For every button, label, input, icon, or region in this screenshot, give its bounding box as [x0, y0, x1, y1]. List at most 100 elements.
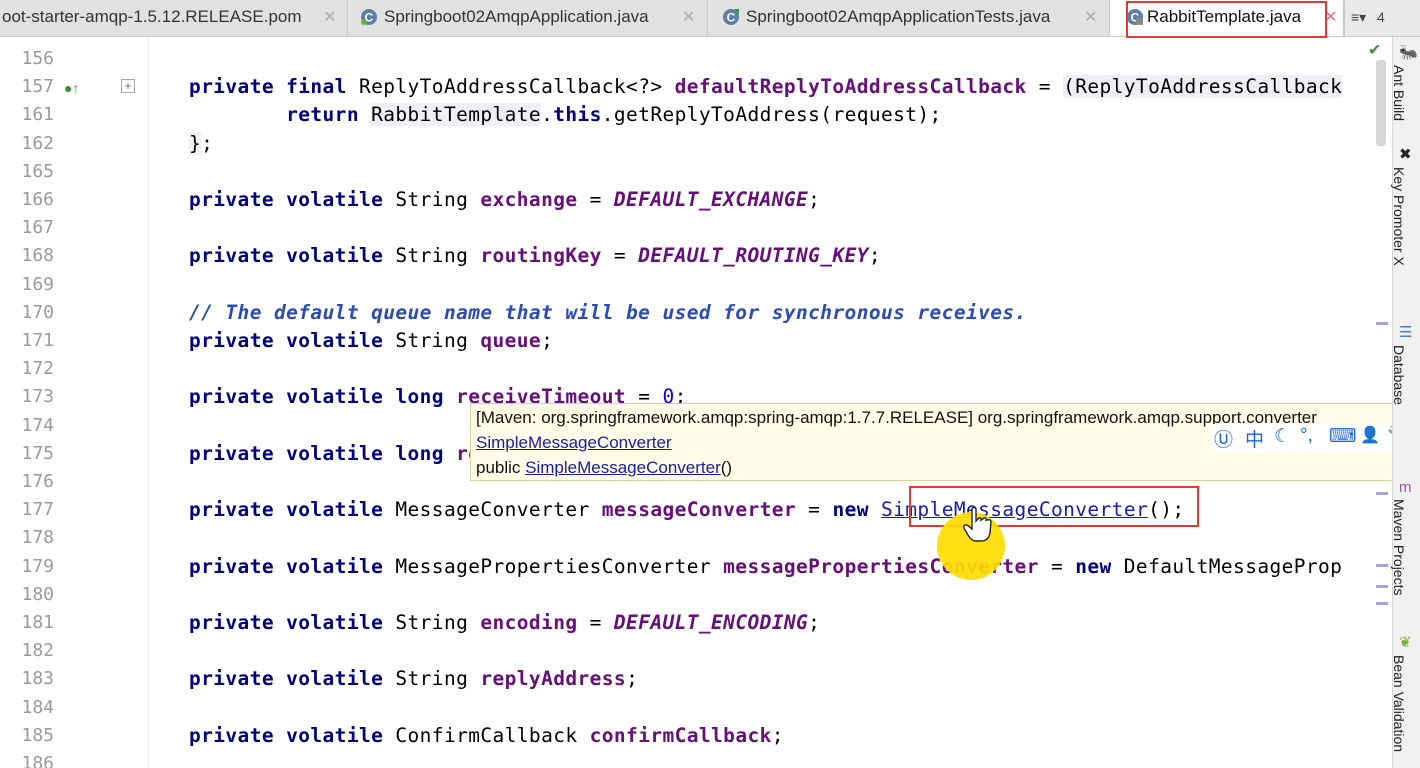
line-number[interactable]: 167 [0, 217, 54, 238]
code-line[interactable]: private volatile String replyAddress; [189, 667, 638, 690]
line-number[interactable]: 173 [0, 386, 54, 407]
line-number[interactable]: 169 [0, 274, 54, 295]
tab-pom[interactable]: oot-starter-amqp-1.5.12.RELEASE.pom ✕ [0, 0, 348, 36]
line-number[interactable]: 177 [0, 499, 54, 520]
line-number[interactable]: 157 [0, 76, 54, 97]
line-number[interactable]: 161 [0, 104, 54, 125]
code-token: ; [808, 611, 821, 634]
line-number[interactable]: 182 [0, 640, 54, 661]
code-token: = [796, 498, 833, 522]
bean-icon: ❦ [1399, 634, 1412, 651]
line-number[interactable]: 181 [0, 612, 54, 633]
tab-springboot-application[interactable]: C Springboot02AmqpApplication.java ✕ [348, 0, 708, 36]
active-tab-annotation-box [1126, 1, 1327, 38]
code-token: private volatile [189, 188, 396, 211]
stripe-mark[interactable] [1376, 564, 1388, 567]
half-width-icon[interactable]: ☾ [1274, 425, 1291, 448]
code-line[interactable]: private final ReplyToAddressCallback<?> … [189, 75, 1343, 99]
punctuation-icon[interactable]: °, [1300, 425, 1313, 447]
inspection-ok-icon[interactable]: ✔ [1368, 40, 1381, 60]
user-icon[interactable]: 👤 [1360, 425, 1380, 445]
key-promoter-icon: ✖ [1399, 146, 1412, 163]
line-number[interactable]: 175 [0, 443, 54, 464]
tab-list-button[interactable]: ≡▾ 4 [1344, 0, 1392, 36]
code-token: encoding [480, 611, 578, 634]
code-line[interactable]: private volatile String routingKey = DEF… [189, 244, 881, 267]
stripe-mark[interactable] [1376, 585, 1388, 588]
line-number[interactable]: 171 [0, 330, 54, 351]
code-line[interactable]: private volatile String encoding = DEFAU… [189, 611, 820, 634]
hand-pointer-icon [963, 507, 992, 542]
line-number[interactable]: 162 [0, 133, 54, 154]
tab-springboot-application-tests[interactable]: C Springboot02AmqpApplicationTests.java … [708, 0, 1110, 36]
maven-projects-panel[interactable]: Maven Projects [1391, 499, 1407, 595]
ime-toolbar: Ⓤ 中 ☾ °, ⌨ 👤 🔧 [1212, 424, 1416, 452]
tab-label: Springboot02AmqpApplication.java [384, 7, 649, 26]
line-number[interactable]: 186 [0, 753, 54, 768]
line-number[interactable]: 183 [0, 668, 54, 689]
tooltip-header: [Maven: org.springframework.amqp:spring-… [476, 408, 1317, 427]
line-number[interactable]: 176 [0, 471, 54, 492]
code-token: = [577, 188, 614, 211]
code-line[interactable]: return RabbitTemplate.this.getReplyToAdd… [189, 103, 942, 127]
chinese-mode-icon[interactable]: 中 [1245, 425, 1264, 452]
key-promoter-x-panel[interactable]: Key Promoter X [1391, 167, 1407, 266]
code-line[interactable]: // The default queue name that will be u… [189, 301, 1027, 324]
hidden-tab-count: 4 [1377, 9, 1385, 25]
code-token: .getReplyToAddress(request); [601, 103, 942, 127]
code-token: (ReplyToAddressCallback [1063, 75, 1343, 99]
close-icon[interactable]: ✕ [1084, 7, 1097, 27]
tooltip-class-link[interactable]: SimpleMessageConverter [476, 433, 672, 452]
code-token: ; [868, 244, 882, 268]
ime-logo-icon[interactable]: Ⓤ [1214, 425, 1233, 452]
stripe-mark[interactable] [1376, 322, 1388, 325]
line-number[interactable]: 174 [0, 415, 54, 436]
close-icon[interactable]: ✕ [323, 7, 336, 27]
code-token: String [395, 667, 481, 691]
code-token: exchange [480, 188, 578, 211]
code-token: new [1075, 554, 1124, 578]
code-token: private volatile [189, 498, 396, 522]
line-number[interactable]: 168 [0, 245, 54, 266]
stripe-mark[interactable] [1376, 602, 1388, 605]
fold-expand-icon[interactable]: + [121, 79, 135, 93]
spring-class-icon: C [361, 9, 377, 25]
database-panel[interactable]: Database [1391, 345, 1407, 405]
code-line[interactable]: }; [189, 131, 213, 155]
code-line[interactable]: private volatile ConfirmCallback confirm… [189, 724, 784, 747]
code-token: String [395, 329, 481, 352]
code-token: DEFAULT_ROUTING_KEY [638, 244, 869, 268]
code-token: private volatile long [189, 385, 457, 409]
override-marker-icon[interactable]: ●↑ [64, 80, 79, 96]
code-token: ; [541, 329, 554, 352]
code-token: DEFAULT_EXCHANGE [613, 188, 809, 211]
vertical-scrollbar-thumb[interactable] [1376, 60, 1386, 146]
line-number[interactable]: 184 [0, 697, 54, 718]
close-icon[interactable]: ✕ [682, 7, 695, 27]
code-token: } [189, 131, 202, 155]
database-icon: ☰ [1399, 324, 1413, 341]
code-line[interactable]: private volatile String queue; [189, 329, 553, 352]
code-token: = [1026, 75, 1064, 99]
class-icon: C [723, 9, 739, 25]
keyboard-icon[interactable]: ⌨ [1329, 425, 1356, 448]
ant-build-panel[interactable]: Ant Build [1391, 65, 1407, 121]
code-token: String [395, 188, 481, 211]
line-number[interactable]: 172 [0, 358, 54, 379]
line-number[interactable]: 165 [0, 161, 54, 182]
line-number[interactable]: 166 [0, 189, 54, 210]
line-number[interactable]: 156 [0, 48, 54, 69]
right-tool-window-bar: 🐜 Ant Build ✖ Key Promoter X ☰ Database … [1391, 37, 1420, 768]
line-number[interactable]: 180 [0, 584, 54, 605]
line-number[interactable]: 170 [0, 302, 54, 323]
line-number[interactable]: 185 [0, 725, 54, 746]
tooltip-ctor-link[interactable]: SimpleMessageConverter [525, 458, 721, 477]
tooltip-ctor-suffix: () [720, 458, 733, 477]
code-line[interactable]: private volatile MessagePropertiesConver… [189, 555, 1342, 578]
stripe-mark[interactable] [1376, 492, 1388, 495]
line-number[interactable]: 178 [0, 527, 54, 548]
code-line[interactable]: private volatile String exchange = DEFAU… [189, 188, 820, 211]
bean-validation-panel[interactable]: Bean Validation [1391, 655, 1407, 752]
line-number[interactable]: 179 [0, 556, 54, 577]
tab-label: oot-starter-amqp-1.5.12.RELEASE.pom [2, 7, 302, 26]
